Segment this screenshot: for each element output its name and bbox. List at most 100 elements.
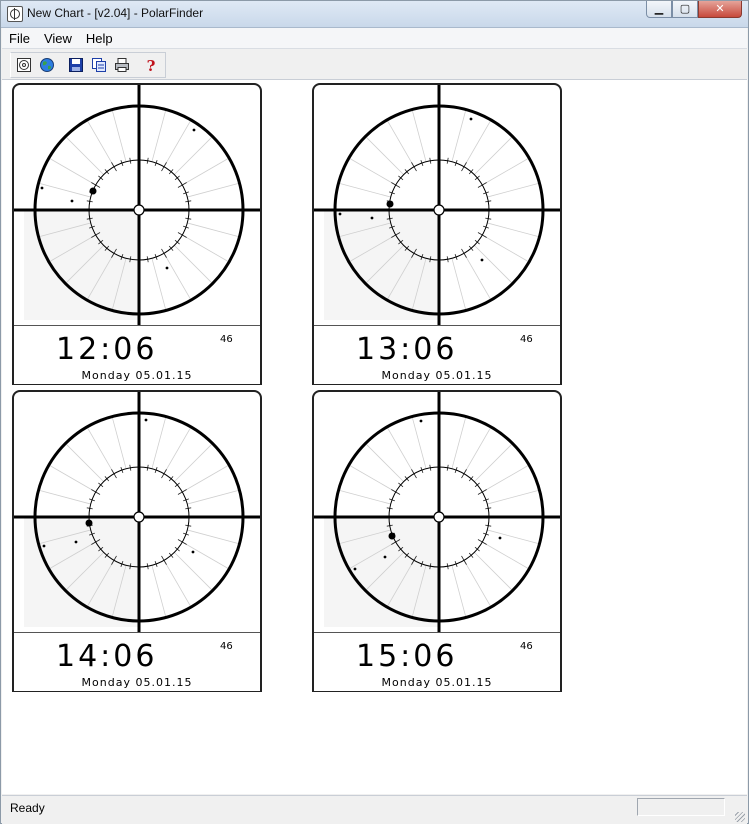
radial-line: [348, 157, 396, 186]
radial-line: [151, 565, 167, 618]
polar-clock-card[interactable]: 14:06 46 Monday 05.01.15: [12, 390, 262, 692]
radial-line: [451, 258, 467, 311]
seconds-display: 46: [220, 334, 233, 345]
radial-line: [174, 245, 213, 284]
star-marker: [192, 128, 196, 132]
radial-line: [482, 157, 530, 186]
radial-line: [487, 529, 540, 545]
radial-line: [86, 119, 115, 167]
shaded-quadrant: [324, 210, 439, 320]
polaris-position-marker: [388, 532, 396, 540]
minimize-icon: ▁: [654, 2, 664, 15]
shaded-quadrant: [24, 517, 139, 627]
radial-line: [474, 552, 513, 591]
radial-line: [187, 182, 240, 198]
globe-icon: [40, 58, 54, 72]
star-marker: [353, 567, 357, 571]
menu-file[interactable]: File: [2, 31, 37, 46]
seconds-display: 46: [520, 641, 533, 652]
radial-line: [338, 489, 391, 505]
radial-line: [487, 489, 540, 505]
polaris-position-marker: [386, 200, 394, 208]
radial-line: [411, 109, 427, 162]
menu-bar: File View Help: [2, 28, 747, 49]
resize-grip[interactable]: [735, 812, 745, 822]
radial-line: [386, 119, 415, 167]
radial-line: [482, 234, 530, 263]
polar-grid: [14, 392, 260, 632]
center-circle: [433, 204, 445, 216]
polar-clock-card[interactable]: 15:06 46 Monday 05.01.15: [312, 390, 562, 692]
radial-line: [174, 552, 213, 591]
star-marker: [70, 199, 74, 203]
help-button[interactable]: ?: [140, 54, 162, 76]
star-marker: [74, 540, 78, 544]
star-marker: [40, 186, 44, 190]
globe-button[interactable]: [36, 54, 58, 76]
menu-help[interactable]: Help: [79, 31, 120, 46]
toolbar: ?: [2, 49, 747, 80]
menu-view[interactable]: View: [37, 31, 79, 46]
star-marker: [383, 555, 387, 559]
radial-line: [111, 416, 127, 469]
polar-dial: [314, 85, 560, 325]
title-bar[interactable]: New Chart - [v2.04] - PolarFinder ▁ ▢ ✕: [1, 1, 748, 28]
polaris-position-marker: [85, 519, 93, 527]
polar-grid: [14, 85, 260, 325]
radial-line: [151, 416, 167, 469]
seconds-display: 46: [220, 641, 233, 652]
help-icon: ?: [147, 57, 156, 73]
star-marker: [42, 544, 46, 548]
radial-line: [111, 109, 127, 162]
maximize-icon: ▢: [679, 2, 691, 15]
star-marker: [498, 536, 502, 540]
polar-dial: [14, 392, 260, 632]
radial-line: [187, 222, 240, 238]
seconds-display: 46: [520, 334, 533, 345]
radial-line: [48, 464, 96, 493]
radial-line: [187, 489, 240, 505]
status-bar: Ready: [2, 795, 747, 824]
center-circle: [133, 204, 145, 216]
star-marker: [144, 418, 148, 422]
date-display: Monday 05.01.15: [381, 369, 493, 382]
polarfinder-app-icon[interactable]: [7, 6, 23, 22]
center-circle: [133, 511, 145, 523]
polar-grid: [314, 392, 560, 632]
application-window: New Chart - [v2.04] - PolarFinder ▁ ▢ ✕ …: [0, 0, 749, 824]
print-icon: [115, 58, 129, 72]
copy-button[interactable]: [88, 54, 110, 76]
radial-line: [151, 109, 167, 162]
radial-line: [474, 443, 513, 482]
radial-line: [163, 426, 192, 474]
polar-dial: [314, 392, 560, 632]
radial-line: [38, 182, 91, 198]
radial-line: [411, 416, 427, 469]
radial-line: [386, 426, 415, 474]
radial-line: [474, 245, 513, 284]
star-marker: [469, 117, 473, 121]
radial-line: [48, 157, 96, 186]
polar-clock-card[interactable]: 12:06 46 Monday 05.01.15: [12, 83, 262, 385]
save-button[interactable]: [65, 54, 87, 76]
center-circle: [433, 511, 445, 523]
time-display: 12:06: [56, 332, 158, 367]
radial-line: [463, 560, 492, 608]
star-marker: [419, 419, 423, 423]
radial-line: [365, 136, 404, 175]
window-title: New Chart - [v2.04] - PolarFinder: [27, 6, 204, 20]
radial-line: [365, 443, 404, 482]
status-text: Ready: [10, 801, 45, 815]
shaded-quadrant: [24, 210, 139, 320]
copy-icon: [92, 58, 106, 72]
shaded-quadrant: [324, 517, 439, 627]
radial-line: [348, 464, 396, 493]
print-button[interactable]: [111, 54, 133, 76]
maximize-button[interactable]: ▢: [672, 1, 698, 18]
time-panel: 12:06 46 Monday 05.01.15: [14, 325, 260, 384]
radial-line: [163, 253, 192, 301]
new-chart-button[interactable]: [13, 54, 35, 76]
close-button[interactable]: ✕: [698, 1, 742, 18]
minimize-button[interactable]: ▁: [646, 1, 672, 18]
polar-clock-card[interactable]: 13:06 46 Monday 05.01.15: [312, 83, 562, 385]
